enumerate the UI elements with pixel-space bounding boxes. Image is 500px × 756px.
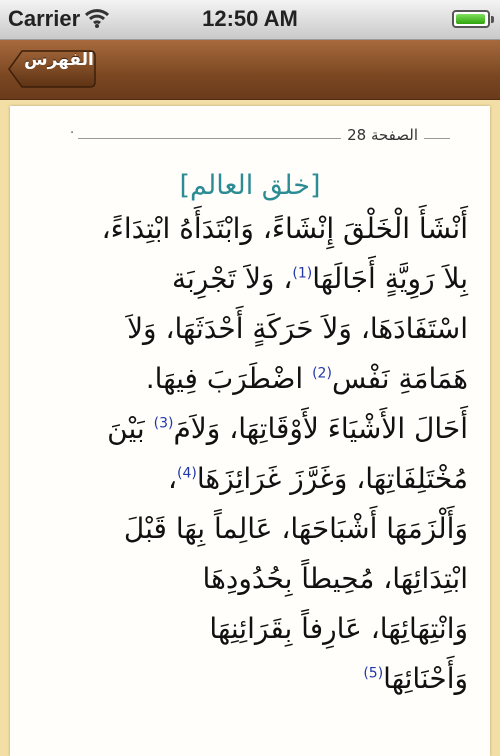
text-line: مُخْتَلِفَاتِهَا، وَغَرَّزَ غَرَائِزَهَا… (38, 462, 468, 512)
index-back-label: الفهرس (24, 50, 94, 70)
status-bar: Carrier 12:50 AM (0, 0, 500, 40)
text-line: وَأَلْزَمَهَا أَشْبَاحَهَا، عَالِماً بِه… (38, 512, 468, 562)
text-segment: وَأَحْنَائِهَا (383, 662, 468, 695)
battery-icon (452, 10, 494, 28)
text-line: اسْتَفَادَهَا، وَلاَ حَرَكَةٍ أَحْدَثَهَ… (38, 312, 468, 362)
page-number: الصفحة 28 (341, 126, 424, 144)
battery-level-fill (456, 14, 485, 24)
text-line: أَنْشَأَ الْخَلْقَ إِنْشَاءً، وَابْتَدَأ… (38, 212, 468, 262)
text-segment: بِلاَ رَوِيَّةٍ أَجَالَهَا (312, 262, 468, 295)
text-segment: وَانْتِهَائِهَا، عَارِفاً بِقَرَائِنِهَا (209, 612, 468, 645)
text-line: ابْتِدَائِهَا، مُحِيطاً بِحُدُودِهَا (38, 562, 468, 612)
clock: 12:50 AM (202, 6, 298, 31)
footnote-marker[interactable]: (1) (292, 266, 312, 282)
footnote-marker[interactable]: (2) (312, 366, 332, 382)
text-segment: أَحَالَ الأَشْيَاءَ لأَوْقَاتِهَا، وَلاَ… (173, 412, 468, 445)
text-segment: هَمَامَةِ نَفْس (331, 362, 468, 395)
text-segment: ابْتِدَائِهَا، مُحِيطاً بِحُدُودِهَا (202, 562, 468, 595)
text-segment: مُخْتَلِفَاتِهَا، وَغَرَّزَ غَرَائِزَهَا (196, 462, 468, 495)
text-segment: بَيْنَ (107, 412, 154, 445)
page-header: · الصفحة 28 (70, 126, 450, 148)
text-line: بِلاَ رَوِيَّةٍ أَجَالَهَا(1)، وَلاَ تَج… (38, 262, 468, 312)
text-segment: ، (167, 462, 178, 495)
header-dot: · (70, 126, 79, 141)
text-segment: ، وَلاَ تَجْرِبَة (171, 262, 293, 295)
text-line: وَأَحْنَائِهَا(5) (38, 662, 468, 712)
text-line: أَحَالَ الأَشْيَاءَ لأَوْقَاتِهَا، وَلاَ… (38, 412, 468, 462)
footnote-marker[interactable]: (4) (177, 466, 197, 482)
text-segment: اضْطَرَبَ فِيهَا. (145, 362, 313, 395)
text-segment: أَنْشَأَ الْخَلْقَ إِنْشَاءً، وَابْتَدَأ… (101, 212, 468, 245)
navigation-bar: الفهرس (0, 40, 500, 100)
footnote-marker[interactable]: (5) (363, 666, 383, 682)
index-back-button[interactable]: الفهرس (8, 50, 96, 88)
footnote-marker[interactable]: (3) (154, 416, 174, 432)
text-segment: اسْتَفَادَهَا، وَلاَ حَرَكَةٍ أَحْدَثَهَ… (127, 312, 468, 345)
text-segment: وَأَلْزَمَهَا أَشْبَاحَهَا، عَالِماً بِه… (123, 512, 468, 545)
chapter-title: [خلق العالم] (179, 170, 321, 201)
text-line: وَانْتِهَائِهَا، عَارِفاً بِقَرَائِنِهَا (38, 612, 468, 662)
book-page: · الصفحة 28 [خلق العالم] أَنْشَأَ الْخَل… (10, 106, 490, 756)
text-line: هَمَامَةِ نَفْس(2) اضْطَرَبَ فِيهَا. (38, 362, 468, 412)
